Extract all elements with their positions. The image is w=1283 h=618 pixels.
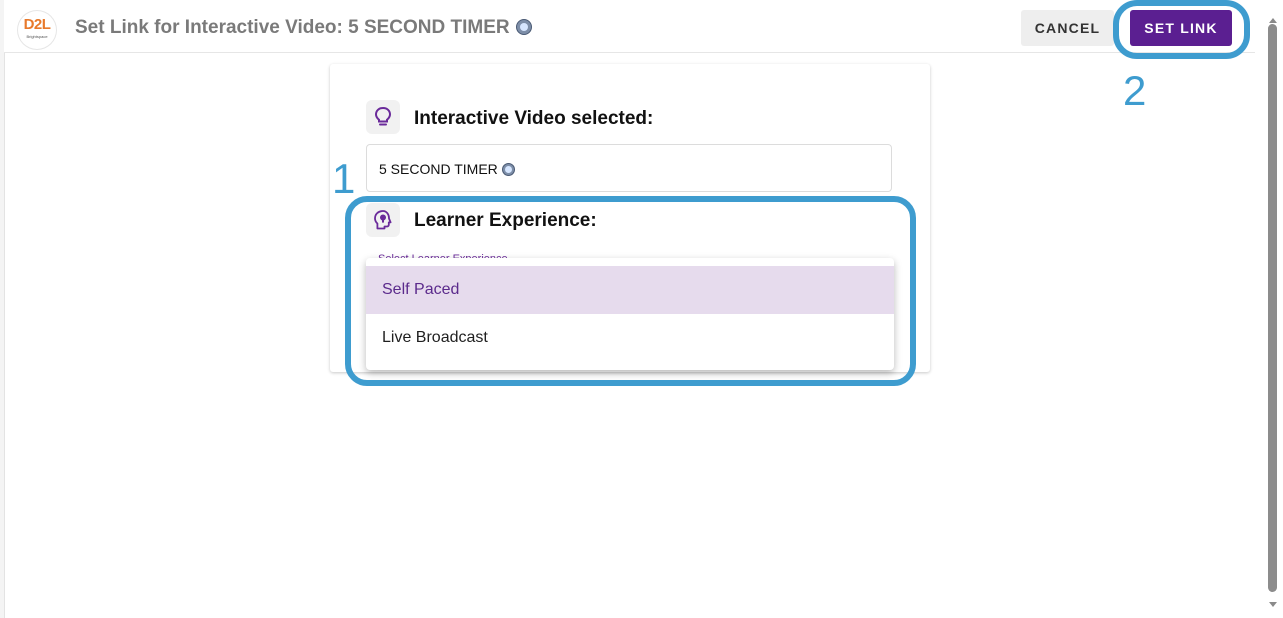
selected-video-name: 5 SECOND TIMER (379, 161, 498, 177)
selected-video-field: 5 SECOND TIMER (366, 144, 892, 192)
scroll-up-arrow-icon[interactable] (1269, 18, 1277, 23)
annotation-number-2: 2 (1123, 67, 1147, 114)
left-edge (0, 0, 5, 618)
dialog-title: Set Link for Interactive Video: 5 SECOND… (75, 17, 532, 39)
annotation-highlight-2 (1113, 0, 1250, 59)
annotation-highlight-1 (345, 196, 916, 386)
timer-emoji-icon (515, 19, 532, 35)
annotation-number-1: 1 (332, 155, 356, 202)
video-section-heading: Interactive Video selected: (414, 108, 654, 129)
dialog-header: D2L Brightspace Set Link for Interactive… (4, 0, 1255, 53)
vertical-scrollbar[interactable] (1265, 18, 1283, 618)
logo-subtext: Brightspace (26, 34, 48, 39)
scroll-down-arrow-icon[interactable] (1269, 602, 1277, 607)
scroll-thumb[interactable] (1268, 24, 1277, 592)
timer-emoji-icon (501, 163, 515, 176)
cancel-button[interactable]: CANCEL (1021, 10, 1114, 46)
lightbulb-icon (366, 100, 400, 134)
d2l-logo: D2L Brightspace (18, 11, 56, 49)
logo-text: D2L (23, 16, 51, 33)
dialog-title-text: Set Link for Interactive Video: 5 SECOND… (75, 17, 510, 38)
